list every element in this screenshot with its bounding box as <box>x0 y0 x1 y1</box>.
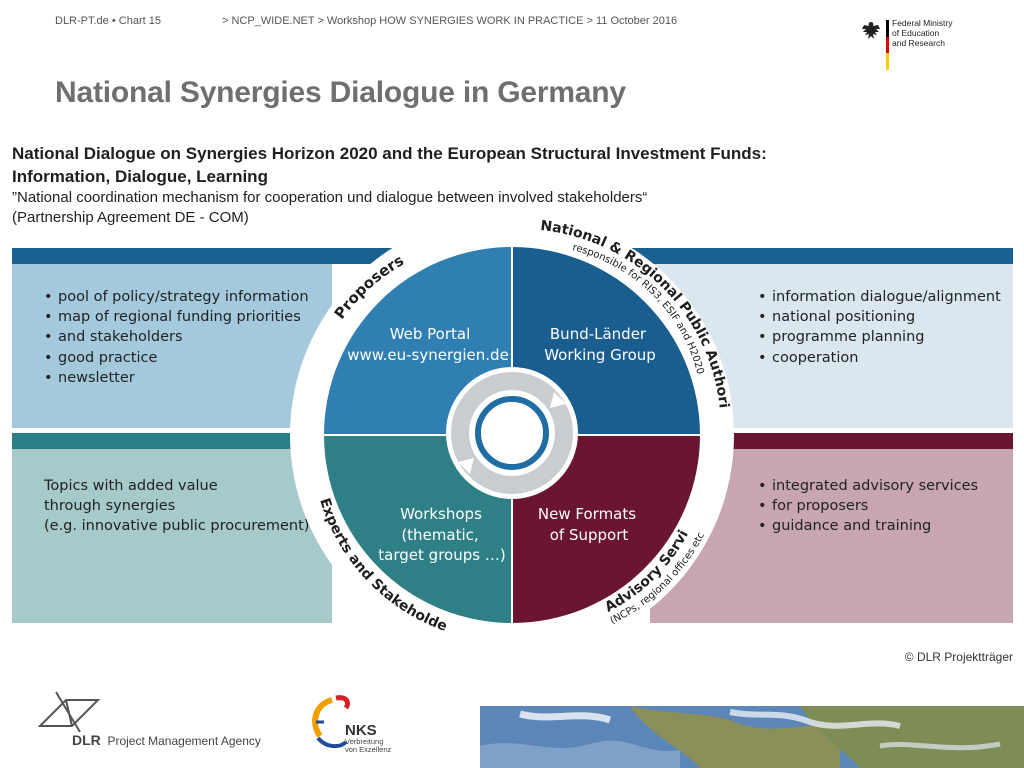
bund-laender-label-2: Working Group <box>544 346 656 364</box>
page-title: National Synergies Dialogue in Germany <box>55 76 626 109</box>
copyright-note: © DLR Projektträger <box>904 650 1013 664</box>
web-portal-label: Web Portal <box>390 325 471 343</box>
quadrant-workshops <box>324 435 512 623</box>
ministry-name-line-3: and Research <box>892 38 945 48</box>
list-item: pool of policy/strategy information <box>44 287 309 307</box>
workshops-label-2: (thematic, <box>401 526 478 544</box>
list-item: integrated advisory services <box>758 476 978 496</box>
new-formats-label-1: New Formats <box>538 505 636 523</box>
left-bottom-text: Topics with added value through synergie… <box>44 476 309 537</box>
right-bottom-list: integrated advisory services for propose… <box>758 476 978 537</box>
bottom-left-band-header <box>12 433 342 449</box>
intro-quote: ”National coordination mechanism for coo… <box>12 189 648 206</box>
nks-sublabel: Verbreitung von Exzellenz <box>345 737 392 754</box>
bottom-right-band-header <box>680 433 1013 449</box>
quadrant-web-portal <box>324 247 512 435</box>
top-band-header <box>12 248 1013 264</box>
intro-heading-1: National Dialogue on Synergies Horizon 2… <box>12 144 767 163</box>
center-disc <box>446 367 578 499</box>
new-formats-label-2: of Support <box>550 526 629 544</box>
right-top-list: information dialogue/alignment national … <box>758 287 1001 368</box>
ministry-logo: Federal Ministry of Education and Resear… <box>848 8 974 80</box>
ministry-name-line-2: of Education <box>892 28 940 38</box>
chart-number: DLR-PT.de • Chart 15 <box>55 15 161 27</box>
list-item: good practice <box>44 348 309 368</box>
bund-laender-label-1: Bund-Länder <box>550 325 647 343</box>
web-portal-url: www.eu-synergien.de <box>347 346 509 364</box>
workshops-label-3: target groups …) <box>378 546 505 564</box>
list-item: information dialogue/alignment <box>758 287 1001 307</box>
intro-source: (Partnership Agreement DE - COM) <box>12 209 249 226</box>
list-item: cooperation <box>758 348 1001 368</box>
breadcrumb: > NCP_WIDE.NET > Workshop HOW SYNERGIES … <box>222 15 678 27</box>
ministry-name-line-1: Federal Ministry <box>892 18 953 28</box>
eagle-icon <box>862 22 880 39</box>
list-item-continuation: for proposers <box>758 496 978 516</box>
earth-photo <box>480 706 1024 768</box>
text-line: (e.g. innovative public procurement) <box>44 518 310 535</box>
left-top-list: pool of policy/strategy information map … <box>44 287 309 388</box>
list-item: map of regional funding priorities <box>44 307 309 327</box>
list-item: newsletter <box>44 368 309 388</box>
intro-heading-2: Information, Dialogue, Learning <box>12 167 268 186</box>
list-item: national positioning <box>758 307 1001 327</box>
text-line: Topics with added value <box>44 478 218 494</box>
list-item: guidance and training <box>758 516 978 536</box>
workshops-label-1: Workshops <box>400 505 482 523</box>
list-item-continuation: and stakeholders <box>44 327 309 347</box>
text-line: through synergies <box>44 498 176 515</box>
list-item: programme planning <box>758 327 1001 347</box>
dlr-footer-label: DLR Project Management Agency <box>72 732 261 748</box>
german-flag-stripe <box>886 20 889 70</box>
dlr-logo-icon <box>38 691 101 733</box>
intro-block: National Dialogue on Synergies Horizon 2… <box>12 142 1012 228</box>
cycle-arrows-icon <box>451 372 573 494</box>
